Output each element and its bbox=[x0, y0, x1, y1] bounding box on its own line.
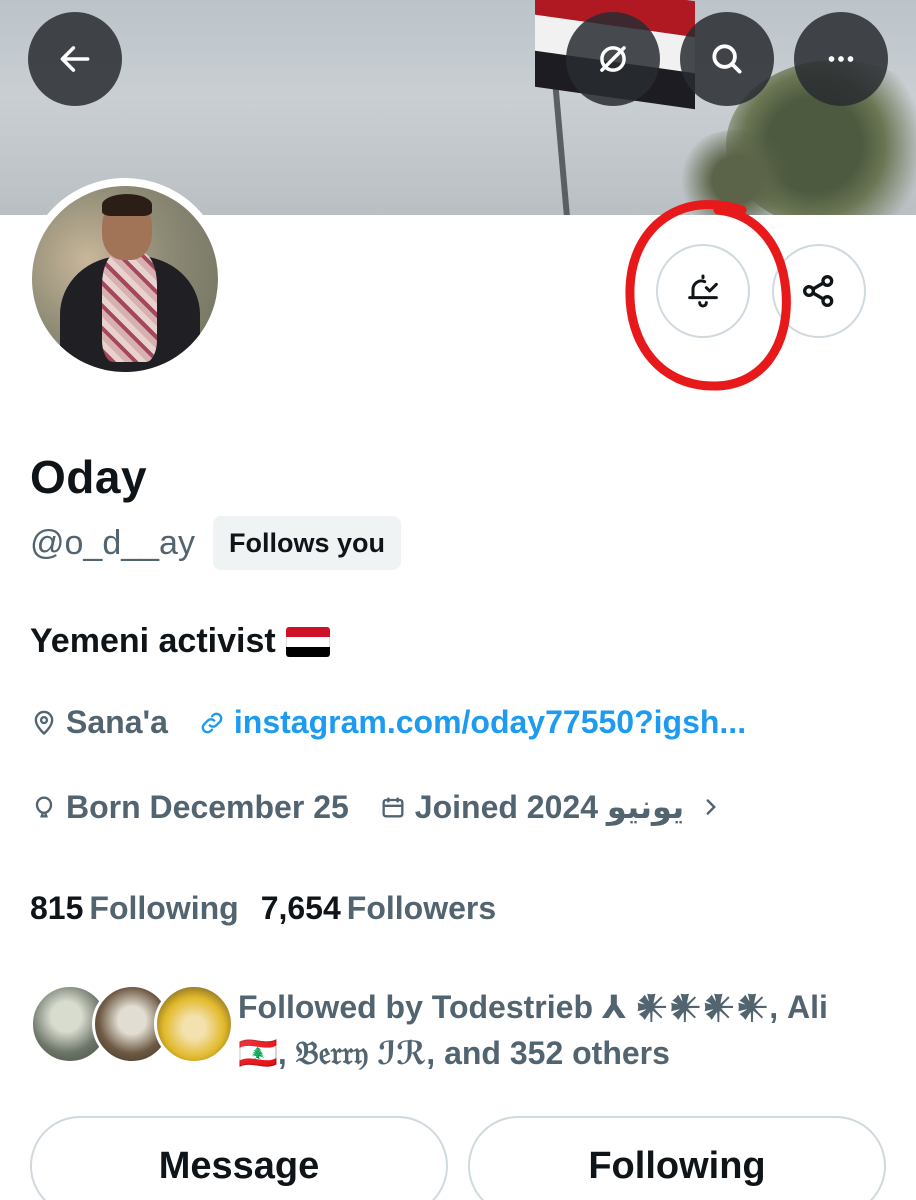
birthday-text: Born December 25 bbox=[66, 788, 349, 825]
calendar-icon bbox=[382, 797, 404, 818]
arrow-left-icon bbox=[60, 46, 90, 72]
follows-you-badge: Follows you bbox=[213, 516, 402, 570]
followed-by-section[interactable] bbox=[30, 982, 234, 1064]
following-button[interactable]: Following bbox=[468, 1116, 886, 1200]
mutual-avatar bbox=[154, 984, 234, 1064]
share-icon bbox=[803, 275, 834, 307]
profile-bio: Yemeni activist bbox=[30, 622, 330, 661]
grok-icon bbox=[600, 46, 626, 72]
chevron-right-icon bbox=[706, 799, 717, 815]
back-button[interactable] bbox=[28, 12, 122, 106]
birthday: Born December 25 bbox=[30, 789, 349, 826]
profile-meta-row-2[interactable]: Born December 25 Joined 2024 يونيو bbox=[30, 788, 732, 826]
profile-name: Oday bbox=[30, 451, 148, 503]
link-icon bbox=[201, 712, 223, 733]
following-label: Following bbox=[89, 890, 239, 926]
search-button[interactable] bbox=[680, 12, 774, 106]
followers-count-link[interactable]: 7,654 Followers bbox=[261, 890, 496, 927]
joined-date: Joined 2024 يونيو bbox=[379, 788, 684, 826]
annotation-circle bbox=[625, 200, 791, 391]
yemen-flag-icon bbox=[285, 626, 330, 657]
profile-meta-row-1: Sana'a instagram.com/oday77550?igsh... bbox=[30, 704, 776, 741]
following-count-link[interactable]: 815 Following bbox=[30, 890, 239, 927]
more-button[interactable] bbox=[794, 12, 888, 106]
location: Sana'a bbox=[30, 704, 168, 741]
search-icon bbox=[712, 44, 742, 74]
avatar-image bbox=[32, 186, 218, 372]
message-button[interactable]: Message bbox=[30, 1116, 448, 1200]
website-text: instagram.com/oday77550?igsh... bbox=[233, 704, 747, 740]
joined-text: Joined 2024 يونيو bbox=[414, 789, 685, 825]
followed-by-text[interactable]: Followed by Todestrieb ⅄ 𒀭𒀭𒀭𒀭, Ali 🇱🇧, 𝔅… bbox=[238, 984, 888, 1076]
bio-text: Yemeni activist bbox=[30, 622, 276, 660]
grok-button[interactable] bbox=[566, 12, 660, 106]
location-pin-icon bbox=[34, 710, 54, 735]
avatar[interactable] bbox=[24, 178, 226, 380]
followers-label: Followers bbox=[346, 890, 497, 926]
balloon-icon bbox=[35, 796, 53, 818]
follow-counts: 815 Following 7,654 Followers bbox=[30, 890, 496, 927]
mutual-avatars bbox=[30, 982, 234, 1064]
website-link[interactable]: instagram.com/oday77550?igsh... bbox=[198, 704, 746, 741]
location-text: Sana'a bbox=[66, 704, 168, 740]
followed-by-line-1: Followed by Todestrieb ⅄ 𒀭𒀭𒀭𒀭, Ali bbox=[238, 989, 828, 1025]
followed-by-line-2: 🇱🇧, 𝔅𝔢𝔯𝔯𝔶 ℐℛ, and 352 others bbox=[238, 1035, 670, 1071]
followers-count: 7,654 bbox=[260, 890, 341, 926]
following-count: 815 bbox=[30, 890, 84, 926]
more-icon bbox=[828, 56, 854, 62]
profile-handle: @o_d__ay bbox=[30, 524, 195, 562]
